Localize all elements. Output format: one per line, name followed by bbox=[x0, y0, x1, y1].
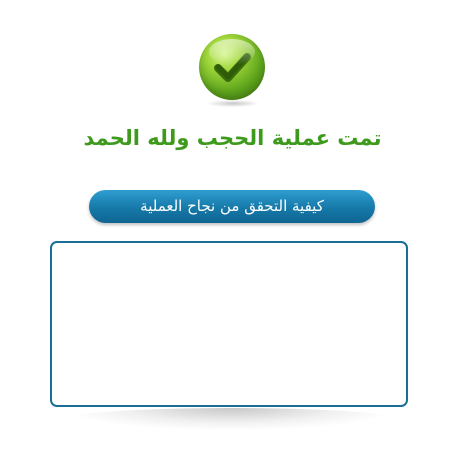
verify-instructions-button[interactable]: كيفية التحقق من نجاح العملية bbox=[89, 190, 375, 223]
success-title: تمت عملية الحجب ولله الحمد bbox=[83, 126, 382, 150]
icon-shadow bbox=[208, 100, 258, 107]
success-page: تمت عملية الحجب ولله الحمد كيفية التحقق … bbox=[0, 0, 465, 459]
checkmark-circle-icon bbox=[199, 34, 265, 100]
content-box-shadow bbox=[66, 408, 396, 430]
content-box bbox=[50, 241, 408, 407]
